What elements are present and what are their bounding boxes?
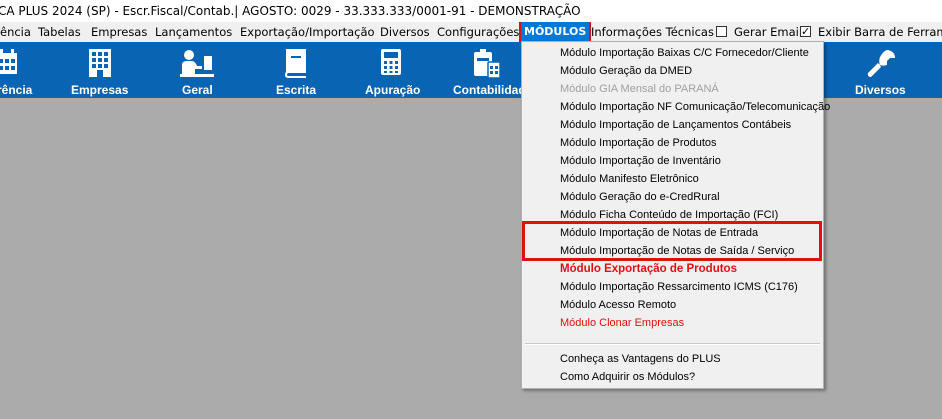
menu-item-empresas[interactable]: Empresas (91, 22, 147, 42)
menu-item-lancamentos[interactable]: Lançamentos (155, 22, 232, 42)
menu-item-importacao-inventario[interactable]: Módulo Importação de Inventário (560, 152, 721, 170)
menu-item-referencia[interactable]: ência (0, 22, 31, 42)
menu-item-notas-saida[interactable]: Módulo Importação de Notas de Saída / Se… (560, 242, 794, 260)
toolbar-button-apuracao[interactable]: Apuração (360, 42, 430, 98)
menu-item-importacao-baixas[interactable]: Módulo Importação Baixas C/C Fornecedor/… (560, 44, 809, 62)
menu-item-tabelas[interactable]: Tabelas (38, 22, 81, 42)
wrench-icon (867, 50, 895, 77)
gerar-email-checkbox[interactable] (716, 26, 727, 37)
menu-item-importacao-lancamentos[interactable]: Módulo Importação de Lançamentos Contábe… (560, 116, 791, 134)
calculator-icon (381, 49, 401, 75)
menu-item-diversos[interactable]: Diversos (380, 22, 430, 42)
toolbar-button-escrita[interactable]: Escrita (270, 42, 330, 98)
toolbar-label: Empresas (71, 83, 129, 97)
menu-item-exportacao-importacao[interactable]: Exportação/Importação (240, 22, 375, 42)
menu-item-clonar-empresas[interactable]: Módulo Clonar Empresas (560, 314, 684, 332)
accounting-icon (474, 49, 501, 79)
menu-item-vantagens-plus[interactable]: Conheça as Vantagens do PLUS (560, 350, 721, 368)
menu-item-manifesto-eletronico[interactable]: Módulo Manifesto Eletrônico (560, 170, 699, 188)
building-icon (89, 49, 111, 77)
menu-item-como-adquirir[interactable]: Como Adquirir os Módulos? (560, 368, 695, 386)
toolbar-label: rência (0, 83, 33, 97)
menu-bar: ência Tabelas Empresas Lançamentos Expor… (0, 22, 942, 42)
menu-item-importacao-nf-comunicacao[interactable]: Módulo Importação NF Comunicação/Telecom… (560, 98, 830, 116)
exibir-barra-label[interactable]: Exibir Barra de Ferramentas (818, 22, 942, 42)
calendar-icon (0, 49, 17, 74)
modulos-dropdown-menu: Módulo Importação Baixas C/C Fornecedor/… (521, 41, 830, 389)
toolbar-button-referencia[interactable]: rência (0, 42, 40, 98)
toolbar-label: Apuração (365, 83, 421, 97)
window-title: CA PLUS 2024 (SP) - Escr.Fiscal/Contab.|… (0, 0, 942, 22)
book-icon (284, 49, 306, 78)
menu-item-importacao-produtos[interactable]: Módulo Importação de Produtos (560, 134, 717, 152)
exibir-barra-checkbox[interactable]: ✓ (800, 26, 811, 37)
toolbar-label: Escrita (276, 83, 317, 97)
menu-item-informacoes-tecnicas[interactable]: Informações Técnicas (591, 22, 714, 42)
menu-item-gia-parana: Módulo GIA Mensal do PARANÁ (560, 83, 719, 95)
menu-item-fci[interactable]: Módulo Ficha Conteúdo de Importação (FCI… (560, 206, 778, 224)
menu-item-configuracoes[interactable]: Configurações (437, 22, 519, 42)
toolbar-label: Geral (182, 83, 213, 97)
toolbar-button-contabilidade[interactable]: Contabilidade (450, 42, 532, 98)
menu-item-ecredrural[interactable]: Módulo Geração do e-CredRural (560, 188, 720, 206)
gerar-email-label[interactable]: Gerar Email (734, 22, 802, 42)
menu-separator (525, 343, 820, 345)
menu-item-modulos[interactable]: MÓDULOS (518, 22, 592, 42)
menu-item-geracao-dmed[interactable]: Módulo Geração da DMED (560, 62, 692, 80)
menu-item-ressarcimento-icms[interactable]: Módulo Importação Ressarcimento ICMS (C1… (560, 278, 798, 296)
toolbar-label: Diversos (855, 83, 906, 97)
toolbar-button-diversos[interactable]: Diversos (845, 42, 915, 98)
toolbar-button-geral[interactable]: Geral (170, 42, 230, 98)
menu-item-exportacao-produtos[interactable]: Módulo Exportação de Produtos (560, 260, 737, 278)
user-desk-icon (180, 50, 214, 77)
toolbar-button-empresas[interactable]: Empresas (60, 42, 140, 98)
menu-item-acesso-remoto[interactable]: Módulo Acesso Remoto (560, 296, 676, 314)
menu-item-notas-entrada[interactable]: Módulo Importação de Notas de Entrada (560, 224, 758, 242)
